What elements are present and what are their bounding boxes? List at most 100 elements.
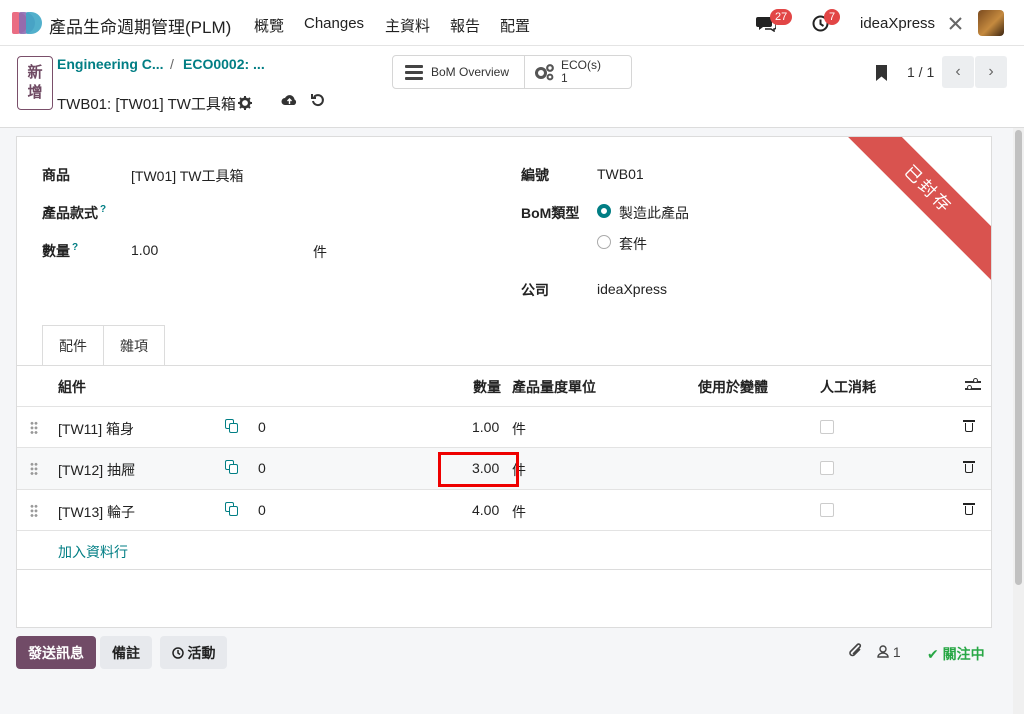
copy-icon[interactable] — [225, 460, 239, 474]
bom-type-manufacture-label: 製造此產品 — [619, 205, 689, 221]
activities-badge: 7 — [824, 9, 841, 25]
drag-handle-icon[interactable] — [30, 421, 38, 435]
row-component[interactable]: [TW13] 輪子 — [58, 502, 135, 522]
pager-previous-button[interactable]: ‹ — [942, 56, 974, 88]
menu-overview[interactable]: 概覽 — [254, 15, 284, 36]
add-line-link[interactable]: 加入資料行 — [58, 542, 128, 562]
user-avatar[interactable] — [978, 10, 1004, 36]
form-sheet: 已封存 商品 [TW01] TW工具箱 產品款式? 數量? 1.00 件 編號 … — [16, 136, 992, 628]
quantity-help-icon[interactable]: ? — [72, 242, 78, 253]
activity-label: 活動 — [187, 644, 216, 661]
row-component[interactable]: [TW12] 抽屜 — [58, 460, 135, 480]
check-icon: ✔ — [927, 646, 939, 662]
manual-consumption-checkbox[interactable] — [820, 461, 834, 475]
product-label: 商品 — [42, 167, 70, 183]
table-row-divider — [17, 530, 991, 531]
table-row[interactable]: [TW11] 箱身 0 1.00 件 — [17, 406, 991, 448]
record-title: TWB01: [TW01] TW工具箱 — [57, 96, 236, 113]
row-uom[interactable]: 件 — [512, 502, 526, 522]
manual-consumption-checkbox[interactable] — [820, 420, 834, 434]
gears-icon — [535, 64, 554, 81]
column-header-manual-consumption[interactable]: 人工消耗 — [820, 377, 876, 397]
menu-lines-icon — [405, 62, 423, 83]
tab-divider — [17, 365, 991, 366]
row-component[interactable]: [TW11] 箱身 — [58, 419, 134, 439]
following-label: 關注中 — [942, 646, 985, 662]
row-quantity[interactable]: 4.00 — [472, 502, 499, 518]
messages-badge: 27 — [770, 9, 793, 25]
new-button[interactable]: 新 增 — [17, 56, 53, 110]
bom-type-manufacture-radio[interactable] — [597, 204, 611, 218]
tab-components[interactable]: 配件 — [42, 325, 104, 365]
optional-columns-icon[interactable] — [965, 378, 981, 392]
eco-button[interactable]: ECO(s) 1 — [525, 56, 631, 88]
company-label: 公司 — [521, 282, 549, 298]
menu-config[interactable]: 配置 — [500, 15, 530, 36]
tab-misc[interactable]: 雜項 — [104, 325, 165, 365]
variant-label: 產品款式? — [42, 203, 106, 223]
eco-count: 1 — [561, 71, 568, 85]
clock-icon — [171, 646, 184, 659]
column-header-quantity[interactable]: 數量 — [473, 377, 501, 397]
bom-type-kit-radio[interactable] — [597, 235, 611, 249]
menu-changes[interactable]: Changes — [304, 15, 364, 32]
reference-field[interactable]: TWB01 — [597, 166, 644, 182]
smart-buttons: BoM Overview ECO(s) 1 — [392, 55, 632, 89]
app-logo-icon[interactable] — [12, 12, 42, 34]
variant-help-icon[interactable]: ? — [100, 204, 106, 215]
bookmark-icon[interactable] — [876, 65, 887, 81]
reference-label: 編號 — [521, 167, 549, 183]
menu-reports[interactable]: 報告 — [450, 15, 480, 36]
breadcrumb-engineering[interactable]: Engineering C... — [57, 56, 164, 72]
column-header-uom[interactable]: 產品量度單位 — [512, 377, 596, 397]
table-bottom-divider — [17, 569, 991, 570]
bom-overview-button[interactable]: BoM Overview — [393, 56, 525, 88]
followers-count: 1 — [892, 644, 901, 660]
company-switcher[interactable]: ideaXpress — [860, 15, 935, 32]
quantity-uom-field[interactable]: 件 — [313, 242, 327, 262]
breadcrumb-eco[interactable]: ECO0002: ... — [183, 56, 265, 72]
scrollbar-thumb[interactable] — [1015, 130, 1022, 585]
pager-next-button[interactable]: › — [975, 56, 1007, 88]
trash-icon[interactable] — [963, 419, 975, 433]
quantity-field[interactable]: 1.00 — [131, 242, 158, 258]
menu-master-data[interactable]: 主資料 — [385, 15, 430, 36]
archived-ribbon: 已封存 — [833, 137, 991, 285]
company-field[interactable]: ideaXpress — [597, 281, 667, 297]
cloud-save-icon[interactable] — [281, 93, 298, 107]
user-icon — [877, 645, 889, 658]
app-title[interactable]: 產品生命週期管理(PLM) — [49, 13, 231, 38]
page-scrollbar[interactable] — [1013, 128, 1024, 714]
table-row[interactable]: [TW13] 輪子 0 4.00 件 — [17, 489, 991, 531]
manual-consumption-checkbox[interactable] — [820, 503, 834, 517]
bom-type-kit-label: 套件 — [619, 236, 647, 252]
column-header-variants[interactable]: 使用於變體 — [698, 377, 768, 397]
gear-icon[interactable] — [238, 96, 252, 110]
tools-icon[interactable] — [948, 16, 963, 31]
row-uom[interactable]: 件 — [512, 419, 526, 439]
product-field[interactable]: [TW01] TW工具箱 — [131, 166, 244, 186]
quantity-label-text: 數量 — [42, 243, 70, 259]
drag-handle-icon[interactable] — [30, 504, 38, 518]
copy-icon[interactable] — [225, 419, 239, 433]
highlight-box — [438, 452, 519, 487]
drag-handle-icon[interactable] — [30, 462, 38, 476]
bom-type-label: BoM類型 — [521, 205, 580, 221]
notebook-tabs: 配件 雜項 — [42, 325, 165, 365]
followers-button[interactable]: 1 — [877, 644, 901, 660]
copy-icon[interactable] — [225, 502, 239, 516]
column-header-component[interactable]: 組件 — [58, 377, 86, 397]
pager-value[interactable]: 1 / 1 — [907, 64, 934, 80]
activity-button[interactable]: 活動 — [160, 636, 227, 669]
quantity-label: 數量? — [42, 241, 78, 261]
send-message-button[interactable]: 發送訊息 — [16, 636, 96, 669]
paperclip-icon[interactable] — [848, 643, 864, 660]
row-quantity[interactable]: 1.00 — [472, 419, 499, 435]
discard-icon[interactable] — [311, 93, 325, 107]
log-note-button[interactable]: 備註 — [100, 636, 152, 669]
trash-icon[interactable] — [963, 460, 975, 474]
trash-icon[interactable] — [963, 502, 975, 516]
following-button[interactable]: ✔ 關注中 — [927, 644, 985, 664]
row-count: 0 — [258, 502, 266, 518]
bom-overview-label: BoM Overview — [431, 65, 510, 79]
